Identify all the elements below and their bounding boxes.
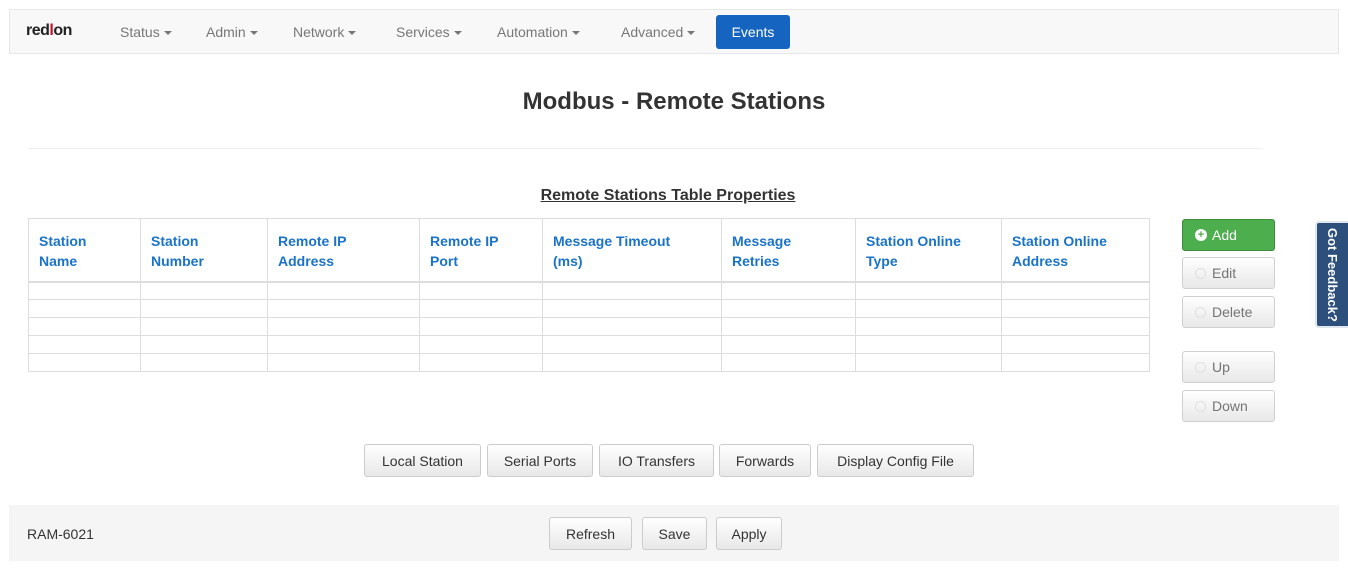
table-row[interactable] bbox=[28, 281, 1150, 300]
arrow-down-icon bbox=[1195, 400, 1206, 412]
feedback-tab[interactable]: Got Feedback? bbox=[1315, 221, 1348, 328]
delete-button[interactable]: Delete bbox=[1182, 296, 1275, 328]
table-row[interactable] bbox=[28, 335, 1150, 354]
menu-admin[interactable]: Admin bbox=[206, 24, 258, 40]
table-title: Remote Stations Table Properties bbox=[540, 187, 796, 204]
remote-stations-table: Station Name Station Number Remote IP Addre… bbox=[28, 218, 1150, 372]
pencil-icon bbox=[1195, 267, 1206, 279]
display-config-file-button[interactable]: Display Config File bbox=[817, 444, 974, 477]
footer-bar: RAM-6021 Refresh Save Apply bbox=[9, 505, 1339, 561]
menu-services[interactable]: Services bbox=[396, 24, 462, 40]
chevron-down-icon bbox=[453, 31, 462, 36]
chevron-down-icon bbox=[249, 31, 258, 36]
menu-events[interactable]: Events bbox=[716, 15, 790, 49]
menu-network[interactable]: Network bbox=[293, 24, 357, 40]
menu-status[interactable]: Status bbox=[120, 24, 172, 40]
io-transfers-button[interactable]: IO Transfers bbox=[599, 444, 714, 477]
serial-ports-button[interactable]: Serial Ports bbox=[487, 444, 593, 477]
logo-text-on: on bbox=[53, 22, 72, 39]
edit-button[interactable]: Edit bbox=[1182, 257, 1275, 289]
redlion-logo[interactable]: redlon bbox=[26, 22, 72, 40]
chevron-down-icon bbox=[571, 31, 580, 36]
menu-advanced[interactable]: Advanced bbox=[621, 24, 696, 40]
add-button[interactable]: + Add bbox=[1182, 219, 1275, 251]
chevron-down-icon bbox=[687, 31, 696, 36]
table-row[interactable] bbox=[28, 353, 1150, 372]
top-navbar: redlon Status Admin Network Services Aut… bbox=[9, 9, 1339, 54]
arrow-up-icon bbox=[1195, 361, 1206, 373]
divider bbox=[28, 148, 1261, 149]
col-station-online-type[interactable]: Station Online Type bbox=[855, 218, 1002, 283]
col-message-timeout[interactable]: Message Timeout (ms) bbox=[542, 218, 722, 283]
apply-button[interactable]: Apply bbox=[716, 517, 782, 550]
col-remote-ip-port[interactable]: Remote IP Port bbox=[419, 218, 543, 283]
plus-circle-icon: + bbox=[1195, 229, 1207, 241]
save-button[interactable]: Save bbox=[642, 517, 707, 550]
minus-circle-icon bbox=[1195, 306, 1206, 318]
down-button[interactable]: Down bbox=[1182, 390, 1275, 422]
local-station-button[interactable]: Local Station bbox=[364, 444, 481, 477]
up-button[interactable]: Up bbox=[1182, 351, 1275, 383]
menu-automation[interactable]: Automation bbox=[497, 24, 580, 40]
forwards-button[interactable]: Forwards bbox=[719, 444, 811, 477]
chevron-down-icon bbox=[163, 31, 172, 36]
refresh-button[interactable]: Refresh bbox=[549, 517, 632, 550]
col-station-name[interactable]: Station Name bbox=[28, 218, 141, 283]
table-row[interactable] bbox=[28, 299, 1150, 318]
logo-text-red: red bbox=[26, 22, 50, 39]
col-station-online-address[interactable]: Station Online Address bbox=[1001, 218, 1150, 283]
col-remote-ip-address[interactable]: Remote IP Address bbox=[267, 218, 420, 283]
device-model: RAM-6021 bbox=[27, 526, 94, 542]
chevron-down-icon bbox=[348, 31, 357, 36]
col-message-retries[interactable]: Message Retries bbox=[721, 218, 856, 283]
col-station-number[interactable]: Station Number bbox=[140, 218, 268, 283]
table-row[interactable] bbox=[28, 317, 1150, 336]
table-header-row: Station Name Station Number Remote IP Addre… bbox=[28, 218, 1150, 283]
page-title: Modbus - Remote Stations bbox=[522, 88, 826, 115]
